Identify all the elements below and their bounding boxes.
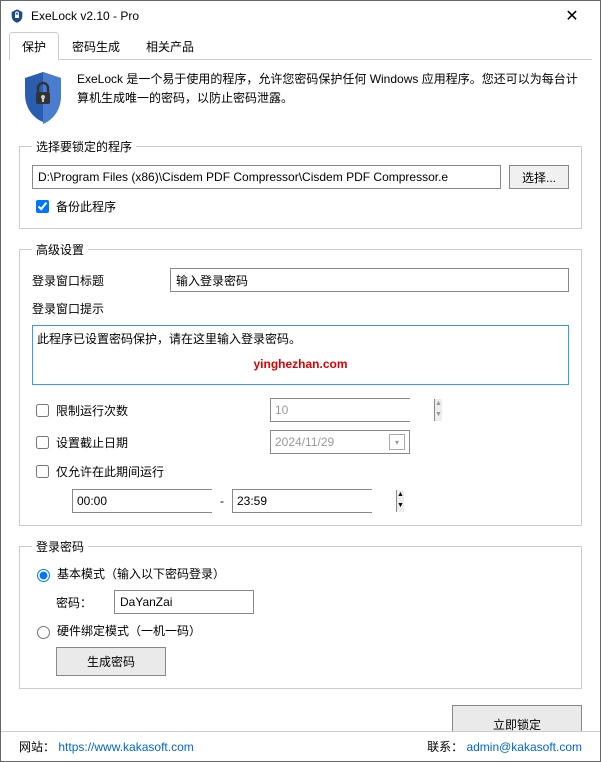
login-title-input[interactable] <box>170 268 569 292</box>
period-label: 仅允许在此期间运行 <box>56 463 164 480</box>
hardware-mode-radio[interactable] <box>37 626 50 639</box>
contact-link[interactable]: admin@kakasoft.com <box>466 740 582 754</box>
expiry-label: 设置截止日期 <box>56 434 128 451</box>
program-group: 选择要锁定的程序 选择... 备份此程序 <box>19 138 582 229</box>
advanced-group: 高级设置 登录窗口标题 登录窗口提示 此程序已设置密码保护，请在这里输入登录密码… <box>19 241 582 526</box>
password-group: 登录密码 基本模式（输入以下密码登录） 密码： 硬件绑定模式（一机一码） 生成密… <box>19 538 582 689</box>
time-to-input[interactable]: ▲▼ <box>232 489 372 513</box>
app-icon <box>9 8 25 24</box>
calendar-dropdown-icon[interactable]: ▾ <box>389 434 405 450</box>
tab-related[interactable]: 相关产品 <box>133 32 207 60</box>
password-legend: 登录密码 <box>32 538 88 555</box>
program-legend: 选择要锁定的程序 <box>32 138 136 155</box>
content: ExeLock 是一个易于使用的程序，允许您密码保护任何 Windows 应用程… <box>1 60 600 731</box>
spin-down-icon[interactable]: ▼ <box>435 410 442 421</box>
password-input[interactable] <box>114 590 254 614</box>
contact-label: 联系： <box>427 740 463 754</box>
site-link[interactable]: https://www.kakasoft.com <box>58 740 193 754</box>
footer: 网站： https://www.kakasoft.com 联系： admin@k… <box>1 731 600 761</box>
close-button[interactable]: ✕ <box>552 6 592 26</box>
hardware-mode-label: 硬件绑定模式（一机一码） <box>57 622 201 639</box>
intro: ExeLock 是一个易于使用的程序，允许您密码保护任何 Windows 应用程… <box>19 70 582 126</box>
lock-now-button[interactable]: 立即锁定 <box>452 705 582 731</box>
tab-pwdgen[interactable]: 密码生成 <box>59 32 133 60</box>
pwd-label: 密码： <box>56 594 106 611</box>
advanced-legend: 高级设置 <box>32 241 88 258</box>
login-prompt-textarea[interactable]: 此程序已设置密码保护，请在这里输入登录密码。 <box>32 325 569 385</box>
program-path-input[interactable] <box>32 165 501 189</box>
spin-down-icon[interactable]: ▼ <box>397 501 404 512</box>
limit-runs-spinner[interactable]: ▲▼ <box>270 398 410 422</box>
shield-icon <box>19 70 67 126</box>
site-label: 网站： <box>19 740 55 754</box>
generate-password-button[interactable]: 生成密码 <box>56 647 166 676</box>
spin-up-icon[interactable]: ▲ <box>397 490 404 501</box>
basic-mode-label: 基本模式（输入以下密码登录） <box>57 565 225 582</box>
basic-mode-radio[interactable] <box>37 569 50 582</box>
intro-text: ExeLock 是一个易于使用的程序，允许您密码保护任何 Windows 应用程… <box>77 70 582 108</box>
titlebar: ExeLock v2.10 - Pro ✕ <box>1 1 600 31</box>
tab-bar: 保护 密码生成 相关产品 <box>9 31 592 60</box>
expiry-date-input[interactable]: 2024/11/29 ▾ <box>270 430 410 454</box>
select-button[interactable]: 选择... <box>509 165 569 189</box>
backup-label: 备份此程序 <box>56 198 116 215</box>
backup-checkbox[interactable] <box>36 200 49 213</box>
window-title: ExeLock v2.10 - Pro <box>31 9 552 23</box>
limit-runs-label: 限制运行次数 <box>56 402 128 419</box>
expiry-checkbox[interactable] <box>36 436 49 449</box>
tab-protect[interactable]: 保护 <box>9 32 59 60</box>
limit-runs-checkbox[interactable] <box>36 404 49 417</box>
login-title-label: 登录窗口标题 <box>32 272 162 289</box>
login-prompt-label: 登录窗口提示 <box>32 300 104 317</box>
period-checkbox[interactable] <box>36 465 49 478</box>
spin-up-icon[interactable]: ▲ <box>435 399 442 410</box>
time-from-input[interactable]: ▲▼ <box>72 489 212 513</box>
